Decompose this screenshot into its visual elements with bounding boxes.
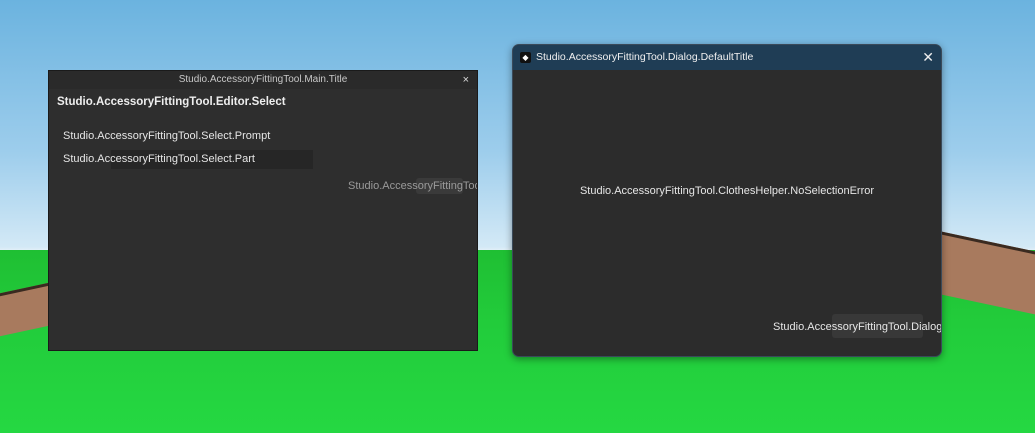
dialog-button-label[interactable]: Studio.AccessoryFittingTool.Dialog [773,321,941,333]
overflow-button-label[interactable]: Studio.AccessoryFittingToo [348,180,477,192]
main-title-bar[interactable]: Studio.AccessoryFittingTool.Main.Title × [49,71,477,89]
editor-select-heading: Studio.AccessoryFittingTool.Editor.Selec… [57,96,286,108]
select-prompt: Studio.AccessoryFittingTool.Select.Promp… [63,130,271,142]
dialog-title: Studio.AccessoryFittingTool.Dialog.Defau… [536,51,754,63]
select-part-label: Studio.AccessoryFittingTool.Select.Part [63,153,255,165]
dialog-window: ◆ Studio.AccessoryFittingTool.Dialog.Def… [512,44,942,357]
dialog-close-icon[interactable]: ✕ [922,45,934,70]
studio-logo-icon: ◆ [520,52,531,63]
no-selection-error: Studio.AccessoryFittingTool.ClothesHelpe… [579,185,875,197]
main-close-icon[interactable]: × [463,71,469,89]
dialog-title-bar[interactable]: ◆ Studio.AccessoryFittingTool.Dialog.Def… [513,45,941,70]
main-title: Studio.AccessoryFittingTool.Main.Title [178,74,348,85]
accessory-fitting-main-window: Studio.AccessoryFittingTool.Main.Title ×… [48,70,478,351]
